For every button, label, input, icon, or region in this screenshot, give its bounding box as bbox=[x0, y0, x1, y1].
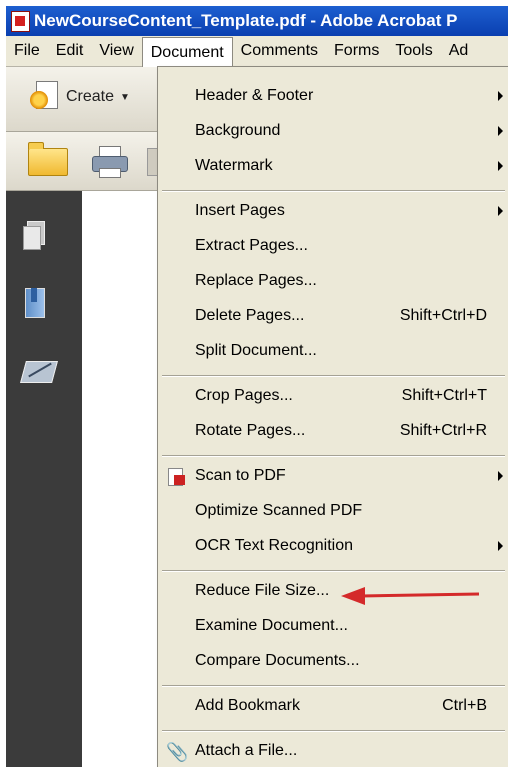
menu-item-scan-to-pdf[interactable]: Scan to PDF bbox=[158, 462, 508, 492]
submenu-arrow-icon bbox=[498, 91, 503, 101]
menu-item-shortcut: Ctrl+B bbox=[442, 697, 487, 714]
scan-pdf-icon bbox=[166, 468, 186, 486]
submenu-arrow-icon bbox=[498, 126, 503, 136]
menu-item-delete-pages[interactable]: Delete Pages... Shift+Ctrl+D bbox=[158, 302, 508, 332]
menu-separator bbox=[162, 570, 505, 572]
menu-view[interactable]: View bbox=[91, 36, 141, 66]
menu-item-label: OCR Text Recognition bbox=[195, 537, 353, 554]
menu-item-label: Crop Pages... bbox=[195, 387, 293, 404]
menu-item-shortcut: Shift+Ctrl+R bbox=[399, 422, 487, 439]
menu-item-add-bookmark[interactable]: Add Bookmark Ctrl+B bbox=[158, 692, 508, 722]
window-title: NewCourseContent_Template.pdf - Adobe Ac… bbox=[34, 11, 458, 30]
bookmarks-panel-icon[interactable] bbox=[23, 288, 45, 318]
menu-separator bbox=[162, 190, 505, 192]
menu-item-label: Header & Footer bbox=[195, 87, 314, 104]
menu-item-label: Split Document... bbox=[195, 342, 317, 359]
pages-panel-icon[interactable] bbox=[23, 221, 45, 251]
menu-item-optimize-scanned-pdf[interactable]: Optimize Scanned PDF bbox=[158, 497, 508, 527]
menu-item-label: Add Bookmark bbox=[195, 697, 300, 714]
paperclip-icon: 📎 bbox=[166, 742, 189, 762]
chevron-down-icon: ▼ bbox=[120, 91, 130, 103]
menu-item-label: Background bbox=[195, 122, 281, 139]
submenu-arrow-icon bbox=[498, 471, 503, 481]
menu-item-label: Compare Documents... bbox=[195, 652, 360, 669]
navigation-panel bbox=[6, 191, 82, 767]
menu-item-label: Scan to PDF bbox=[195, 467, 286, 484]
menu-edit[interactable]: Edit bbox=[48, 36, 92, 66]
menu-item-examine-document[interactable]: Examine Document... bbox=[158, 612, 508, 642]
menu-item-label: Watermark bbox=[195, 157, 273, 174]
create-button[interactable]: Create ▼ bbox=[30, 81, 130, 113]
submenu-arrow-icon bbox=[498, 541, 503, 551]
signatures-panel-icon[interactable] bbox=[20, 357, 58, 387]
menu-separator bbox=[162, 375, 505, 377]
red-arrow-annotation bbox=[341, 587, 480, 605]
open-folder-icon[interactable] bbox=[28, 142, 68, 176]
menu-item-watermark[interactable]: Watermark bbox=[158, 152, 508, 182]
acrobat-window: NewCourseContent_Template.pdf - Adobe Ac… bbox=[6, 6, 508, 767]
submenu-arrow-icon bbox=[498, 206, 503, 216]
title-bar: NewCourseContent_Template.pdf - Adobe Ac… bbox=[6, 6, 508, 36]
menu-file[interactable]: File bbox=[6, 36, 48, 66]
menu-advanced[interactable]: Ad bbox=[441, 36, 477, 66]
menu-item-compare-documents[interactable]: Compare Documents... bbox=[158, 647, 508, 677]
menu-comments[interactable]: Comments bbox=[233, 36, 326, 66]
menu-item-crop-pages[interactable]: Crop Pages... Shift+Ctrl+T bbox=[158, 382, 508, 412]
menu-item-label: Delete Pages... bbox=[195, 307, 305, 324]
menu-item-label: Attach a File... bbox=[195, 742, 298, 759]
menu-item-label: Insert Pages bbox=[195, 202, 285, 219]
menu-item-extract-pages[interactable]: Extract Pages... bbox=[158, 232, 508, 262]
menu-item-label: Replace Pages... bbox=[195, 272, 317, 289]
menu-item-replace-pages[interactable]: Replace Pages... bbox=[158, 267, 508, 297]
document-menu: Header & Footer Background Watermark Ins… bbox=[157, 66, 508, 767]
menu-separator bbox=[162, 455, 505, 457]
print-icon[interactable] bbox=[92, 146, 128, 178]
menu-item-label: Reduce File Size... bbox=[195, 582, 330, 599]
menu-separator bbox=[162, 730, 505, 732]
menu-item-label: Examine Document... bbox=[195, 617, 348, 634]
menu-item-insert-pages[interactable]: Insert Pages bbox=[158, 197, 508, 227]
menu-item-label: Extract Pages... bbox=[195, 237, 308, 254]
submenu-arrow-icon bbox=[498, 161, 503, 171]
menu-forms[interactable]: Forms bbox=[326, 36, 387, 66]
menu-bar: File Edit View Document Comments Forms T… bbox=[6, 36, 508, 67]
menu-item-ocr-text-recognition[interactable]: OCR Text Recognition bbox=[158, 532, 508, 562]
menu-item-background[interactable]: Background bbox=[158, 117, 508, 147]
menu-item-label: Optimize Scanned PDF bbox=[195, 502, 363, 519]
menu-separator bbox=[162, 685, 505, 687]
create-label: Create bbox=[66, 88, 115, 105]
menu-item-split-document[interactable]: Split Document... bbox=[158, 337, 508, 367]
menu-item-shortcut: Shift+Ctrl+D bbox=[399, 307, 487, 324]
pdf-file-icon bbox=[11, 10, 30, 32]
menu-item-shortcut: Shift+Ctrl+T bbox=[401, 387, 487, 404]
menu-item-rotate-pages[interactable]: Rotate Pages... Shift+Ctrl+R bbox=[158, 417, 508, 447]
menu-item-label: Rotate Pages... bbox=[195, 422, 306, 439]
menu-item-attach-a-file[interactable]: 📎 Attach a File... bbox=[158, 737, 508, 767]
menu-document[interactable]: Document bbox=[141, 36, 233, 67]
menu-tools[interactable]: Tools bbox=[387, 36, 440, 66]
create-pdf-icon bbox=[30, 81, 58, 113]
menu-item-header-footer[interactable]: Header & Footer bbox=[158, 82, 508, 112]
